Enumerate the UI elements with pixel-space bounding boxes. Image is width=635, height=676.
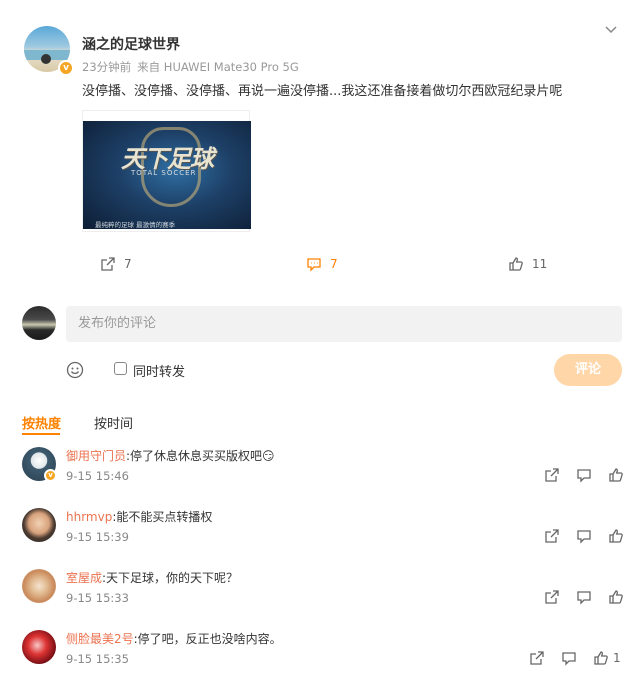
verified-badge-icon: v	[44, 469, 57, 482]
commenter-avatar[interactable]	[22, 508, 56, 542]
thumbs-up-icon	[509, 257, 523, 271]
image-caption: 最纯粹的足球 最激情的赛季	[95, 221, 176, 229]
comment-count: 7	[330, 257, 338, 271]
tab-sort-time[interactable]: 按时间	[94, 413, 133, 432]
verified-badge-icon: v	[58, 60, 74, 76]
comment-text: 御用守门员:停了休息休息买买版权吧😏	[66, 447, 275, 464]
comment-icon	[307, 258, 321, 272]
chevron-down-icon[interactable]	[604, 22, 620, 38]
comment-like-button[interactable]: 1	[593, 650, 621, 666]
repost-icon[interactable]	[529, 650, 545, 666]
comment-icon[interactable]	[576, 589, 592, 605]
repost-icon[interactable]	[544, 528, 560, 544]
image-logo-sub: TOTAL SOCCER	[131, 169, 197, 177]
commenter-name[interactable]: hhrmvp	[66, 510, 112, 524]
comment-body: :天下足球，你的天下呢？	[102, 571, 239, 585]
commenter-avatar[interactable]	[22, 569, 56, 603]
comment-actions: 1	[529, 650, 621, 666]
thumbs-up-icon	[594, 651, 608, 665]
commenter-name[interactable]: 御用守门员	[66, 449, 126, 463]
repost-icon[interactable]	[544, 589, 560, 605]
like-button[interactable]: 11	[508, 256, 547, 272]
comment-icon[interactable]	[576, 467, 592, 483]
comment-time: 9-15 15:35	[66, 652, 129, 666]
comment-body: :停了吧，反正也没啥内容。	[133, 632, 282, 646]
weibo-post-card: v 涵之的足球世界 23分钟前 来自 HUAWEI Mate30 Pro 5G 没…	[0, 0, 635, 676]
comment-like-count: 1	[613, 651, 621, 665]
repost-checkbox-label[interactable]: 同时转发	[133, 361, 185, 380]
post-source: 来自 HUAWEI Mate30 Pro 5G	[137, 60, 299, 74]
comment-item: 室屋成:天下足球，你的天下呢？ 9-15 15:33	[0, 569, 635, 629]
repost-button[interactable]: 7	[100, 256, 132, 272]
comment-text: 侧脸最美2号:停了吧，反正也没啥内容。	[66, 630, 282, 647]
comment-body: :能不能买点转播权	[112, 510, 213, 524]
comment-item: hhrmvp:能不能买点转播权 9-15 15:39	[0, 508, 635, 568]
current-user-avatar[interactable]	[22, 306, 56, 340]
thumbs-up-icon[interactable]	[608, 528, 624, 544]
commenter-avatar[interactable]	[22, 630, 56, 664]
comment-body: :停了休息休息买买版权吧😏	[126, 449, 275, 463]
comment-button[interactable]: 7	[306, 256, 338, 272]
tab-sort-hot[interactable]: 按热度	[22, 413, 61, 432]
comment-time: 9-15 15:39	[66, 530, 129, 544]
repost-checkbox[interactable]	[114, 362, 127, 375]
comment-input[interactable]: 发布你的评论	[66, 306, 622, 342]
comment-icon[interactable]	[561, 650, 577, 666]
comment-time: 9-15 15:46	[66, 469, 129, 483]
comment-actions	[544, 528, 624, 544]
comment-item: v 御用守门员:停了休息休息买买版权吧😏 9-15 15:46	[0, 447, 635, 507]
thumbs-up-icon[interactable]	[608, 467, 624, 483]
post-text: 没停播、没停播、没停播、再说一遍没停播...我这还准备接着做切尔西欧冠纪录片呢	[82, 84, 563, 99]
comment-icon[interactable]	[576, 528, 592, 544]
comment-actions	[544, 467, 624, 483]
thumbs-up-icon[interactable]	[608, 589, 624, 605]
repost-icon	[101, 257, 115, 271]
submit-comment-button[interactable]: 评论	[554, 354, 622, 386]
comment-actions	[544, 589, 624, 605]
comment-text: hhrmvp:能不能买点转播权	[66, 508, 212, 525]
emoji-icon[interactable]	[66, 361, 84, 379]
commenter-name[interactable]: 室屋成	[66, 571, 102, 585]
post-time[interactable]: 23分钟前	[82, 60, 131, 74]
commenter-name[interactable]: 侧脸最美2号	[66, 632, 134, 646]
repost-count: 7	[124, 257, 132, 271]
author-name[interactable]: 涵之的足球世界	[82, 34, 180, 54]
active-tab-underline	[22, 433, 60, 435]
like-count: 11	[532, 257, 548, 271]
comment-item: 侧脸最美2号:停了吧，反正也没啥内容。 9-15 15:35 1	[0, 630, 635, 676]
comment-text: 室屋成:天下足球，你的天下呢？	[66, 569, 238, 586]
comment-time: 9-15 15:33	[66, 591, 129, 605]
post-action-bar: 7 7 11	[0, 256, 635, 276]
post-image[interactable]: 天下足球 TOTAL SOCCER 最纯粹的足球 最激情的赛季	[82, 110, 251, 232]
post-meta: 23分钟前 来自 HUAWEI Mate30 Pro 5G	[82, 59, 299, 75]
repost-icon[interactable]	[544, 467, 560, 483]
